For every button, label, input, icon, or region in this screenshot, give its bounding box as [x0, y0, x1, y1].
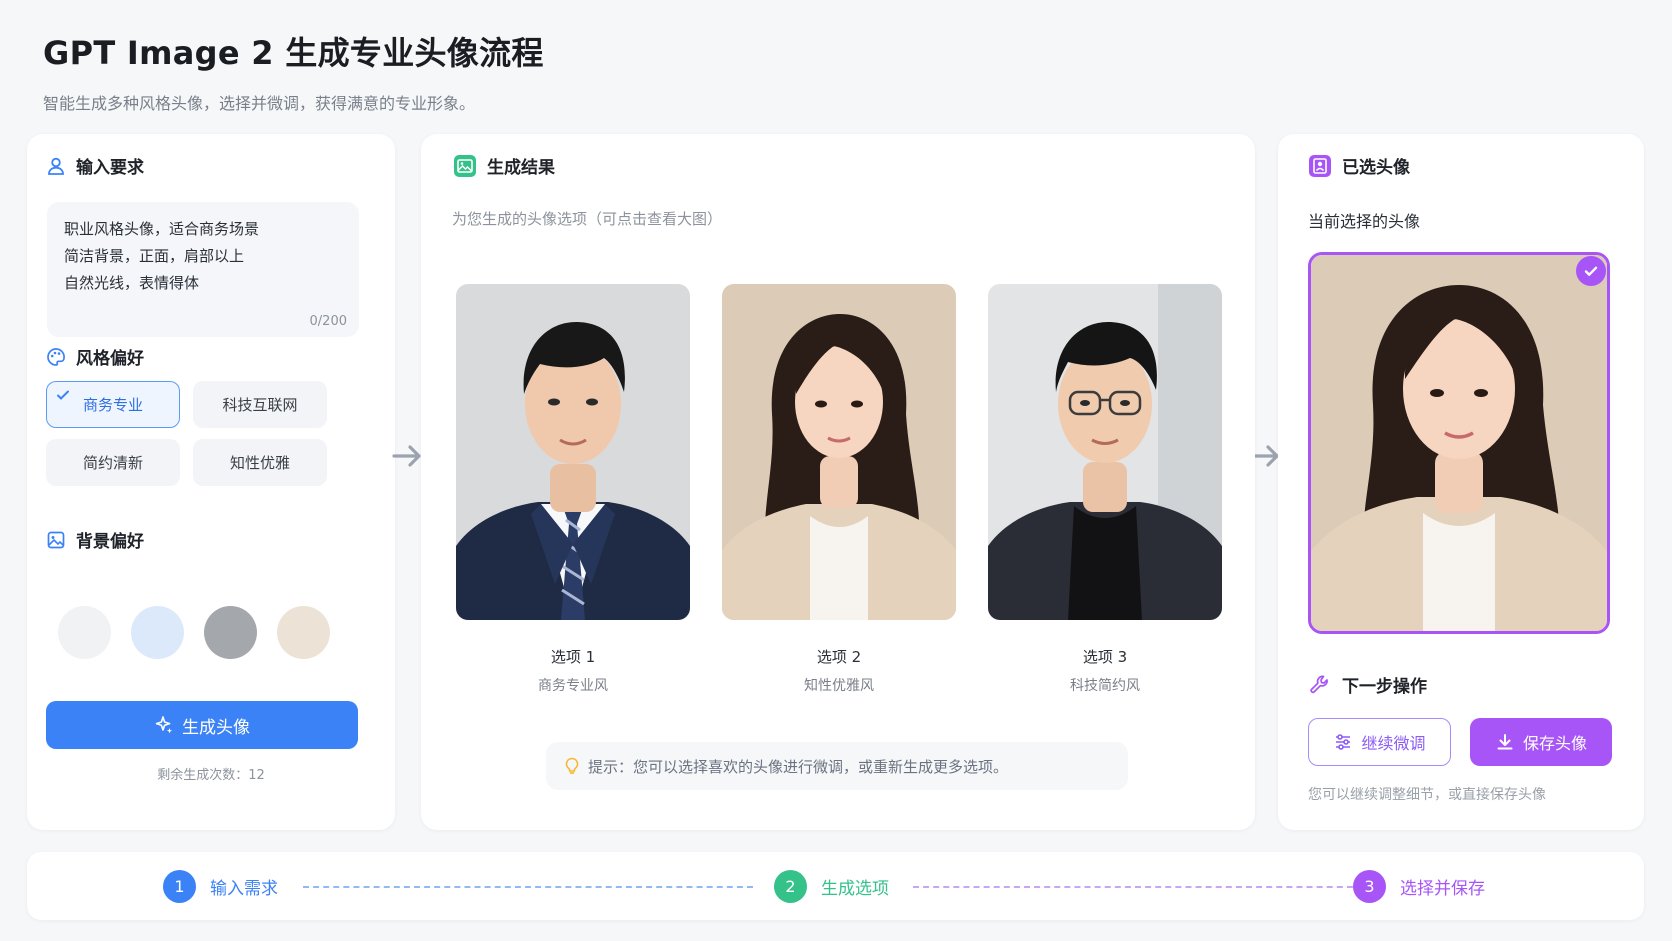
input-panel: 输入要求 职业风格头像，适合商务场景 简洁背景，正面，肩部以上 自然光线，表情得… [27, 134, 395, 830]
style-chip-label: 简约清新 [82, 454, 143, 472]
option-2-style: 知性优雅风 [804, 678, 874, 694]
option-2-label: 选项 2 [816, 648, 862, 666]
style-chip-label: 科技互联网 [222, 396, 298, 414]
save-avatar-label: 保存头像 [1522, 734, 1587, 753]
step-3-label: 选择并保存 [1400, 879, 1485, 899]
gallery-icon [454, 154, 476, 177]
background-swatch-gray-light[interactable] [58, 606, 111, 659]
tip-text: 提示：您可以选择喜欢的头像进行微调，或重新生成更多选项。 [588, 757, 1009, 776]
style-chip-tech[interactable]: 科技互联网 [193, 381, 327, 428]
results-subtitle: 为您生成的头像选项（可点击查看大图） [452, 210, 723, 228]
selected-check-icon [1576, 256, 1606, 286]
step-2-number: 2 [774, 870, 807, 903]
arrow-right-icon [392, 445, 421, 467]
selected-title: 已选头像 [1342, 158, 1410, 178]
step-2: 2 生成选项 [774, 870, 889, 903]
save-avatar-button[interactable]: 保存头像 [1470, 718, 1612, 766]
page-subtitle: 智能生成多种风格头像，选择并微调，获得满意的专业形象。 [43, 94, 476, 113]
prompt-line: 自然光线，表情得体 [64, 274, 200, 292]
step-1-number: 1 [163, 870, 196, 903]
input-panel-header: 输入要求 [46, 153, 144, 178]
portrait-badge-icon [1309, 154, 1331, 177]
palette-icon [47, 347, 65, 366]
selected-header: 已选头像 [1308, 153, 1410, 178]
results-panel: 生成结果 为您生成的头像选项（可点击查看大图） 选项 1 商务专业风 选项 2 … [421, 134, 1255, 830]
lightbulb-icon [565, 757, 579, 774]
remaining-count: 剩余生成次数：12 [157, 768, 265, 783]
avatar-option-3[interactable] [988, 284, 1222, 620]
char-counter: 0/200 [309, 314, 347, 329]
step-2-label: 生成选项 [821, 879, 889, 899]
prompt-line: 简洁背景，正面，肩部以上 [64, 247, 245, 265]
fine-tune-label: 继续微调 [1361, 734, 1426, 753]
style-chip-label: 商务专业 [82, 396, 143, 414]
selected-avatar[interactable] [1308, 252, 1610, 634]
option-3-style: 科技简约风 [1070, 678, 1140, 694]
selected-subtitle: 当前选择的头像 [1308, 212, 1421, 231]
style-chip-business[interactable]: 商务专业 [46, 381, 180, 428]
generate-button-label: 生成头像 [182, 717, 250, 738]
results-title: 生成结果 [487, 158, 555, 178]
background-swatch-gray[interactable] [204, 606, 257, 659]
step-1: 1 输入需求 [163, 870, 278, 903]
background-swatch-blue[interactable] [131, 606, 184, 659]
step-connector [303, 886, 753, 888]
style-chip-label: 知性优雅 [229, 454, 290, 472]
background-header: 背景偏好 [46, 527, 144, 552]
option-1-label: 选项 1 [550, 648, 596, 666]
step-3: 3 选择并保存 [1353, 870, 1485, 903]
selected-panel: 已选头像 当前选择的头像 下一步操作 继续微调 保存头像 您可以继续调整细节，或… [1278, 134, 1644, 830]
style-chip-elegant[interactable]: 知性优雅 [193, 439, 327, 486]
background-swatch-beige[interactable] [277, 606, 330, 659]
page-title: GPT Image 2 生成专业头像流程 [43, 34, 544, 72]
next-step-header: 下一步操作 [1308, 672, 1427, 697]
generate-button[interactable]: 生成头像 [46, 701, 358, 749]
style-title: 风格偏好 [76, 349, 144, 369]
check-tag-icon [57, 390, 69, 400]
style-chip-minimal[interactable]: 简约清新 [46, 439, 180, 486]
background-title: 背景偏好 [76, 532, 144, 552]
option-3-label: 选项 3 [1082, 648, 1128, 666]
prompt-textarea[interactable]: 职业风格头像，适合商务场景 简洁背景，正面，肩部以上 自然光线，表情得体 0/2… [47, 202, 359, 337]
page-header: GPT Image 2 生成专业头像流程 智能生成多种风格头像，选择并微调，获得… [43, 28, 544, 114]
step-connector [913, 886, 1363, 888]
input-panel-title: 输入要求 [76, 158, 144, 178]
step-1-label: 输入需求 [210, 879, 278, 899]
sparkle-icon [155, 716, 173, 734]
next-step-title: 下一步操作 [1342, 677, 1427, 697]
download-icon [1497, 734, 1513, 750]
avatar-option-1[interactable] [456, 284, 690, 620]
step-3-number: 3 [1353, 870, 1386, 903]
avatar-option-2[interactable] [722, 284, 956, 620]
option-1-style: 商务专业风 [538, 678, 608, 694]
results-header: 生成结果 [453, 153, 555, 178]
prompt-line: 职业风格头像，适合商务场景 [64, 220, 260, 238]
next-step-hint: 您可以继续调整细节，或直接保存头像 [1308, 787, 1546, 803]
style-header: 风格偏好 [46, 344, 144, 369]
fine-tune-button[interactable]: 继续微调 [1308, 718, 1451, 766]
sliders-icon [1336, 734, 1351, 750]
tip-banner: 提示：您可以选择喜欢的头像进行微调，或重新生成更多选项。 [546, 742, 1128, 790]
image-icon [47, 531, 65, 548]
progress-stepper: 1 输入需求 2 生成选项 3 选择并保存 [27, 852, 1644, 920]
wrench-icon [1310, 675, 1328, 693]
user-icon [48, 157, 64, 175]
